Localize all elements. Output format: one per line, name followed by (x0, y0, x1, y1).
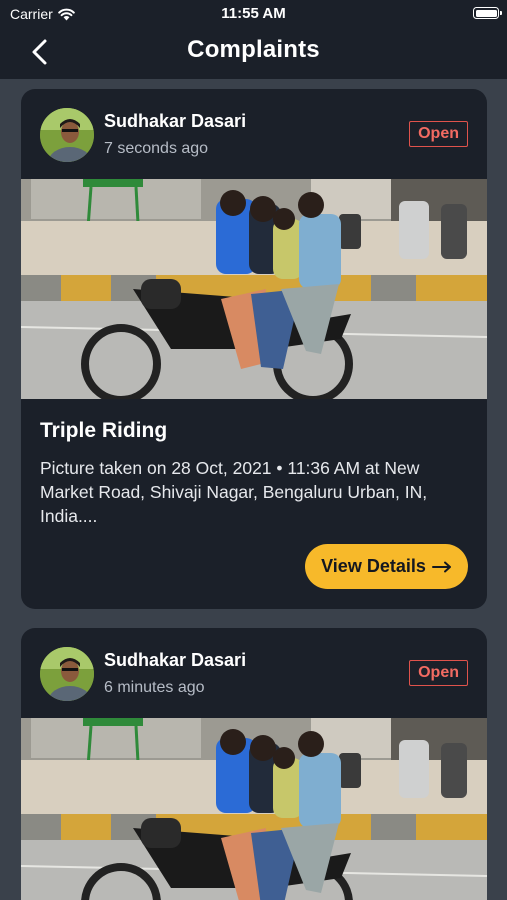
arrow-right-icon (431, 561, 451, 572)
author-name: Sudhakar Dasari (104, 111, 247, 131)
top-bar: Carrier 11:55 AM Complaints (0, 0, 507, 79)
view-details-button[interactable]: View Details (305, 544, 468, 589)
status-badge: Open (409, 660, 468, 686)
page-title: Complaints (187, 36, 320, 63)
avatar (40, 647, 94, 701)
complaint-photo[interactable] (21, 718, 487, 900)
timestamp: 7 seconds ago (104, 140, 209, 157)
avatar (40, 108, 94, 162)
complaint-title: Triple Riding (40, 419, 168, 442)
status-badge: Open (409, 121, 468, 147)
battery-icon (473, 7, 502, 19)
view-details-label: View Details (321, 556, 426, 576)
author-name: Sudhakar Dasari (104, 650, 247, 670)
complaint-card[interactable]: Sudhakar Dasari 7 seconds ago Open Tripl… (21, 89, 487, 609)
status-bar: Carrier 11:55 AM (0, 0, 507, 28)
navigation-bar: Complaints (0, 28, 507, 79)
status-time: 11:55 AM (221, 5, 286, 22)
complaint-photo[interactable] (21, 179, 487, 399)
complaints-feed[interactable]: Sudhakar Dasari 7 seconds ago Open Tripl… (0, 79, 507, 900)
timestamp: 6 minutes ago (104, 679, 205, 696)
complaint-description: Picture taken on 28 Oct, 2021 • 11:36 AM… (40, 458, 428, 526)
complaint-card[interactable]: Sudhakar Dasari 6 minutes ago Open (21, 628, 487, 900)
